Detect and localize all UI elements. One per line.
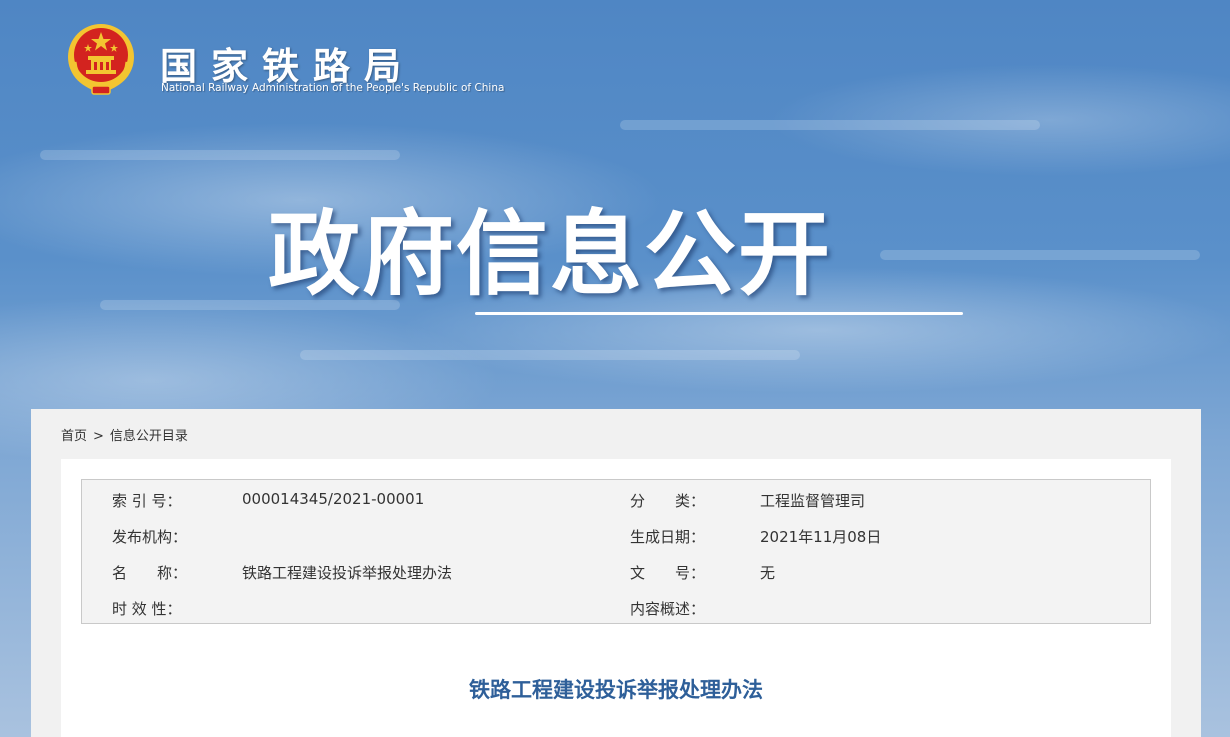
breadcrumb-separator: >: [93, 429, 104, 444]
index-no-label: 索 引 号：: [112, 492, 182, 510]
meta-row: 时 效 性： 内容概述：: [82, 598, 1150, 622]
hero-title: 政府信息公开: [268, 201, 833, 308]
article-container: 索 引 号： 000014345/2021-00001 分 类： 工程监督管理司…: [61, 459, 1171, 737]
breadcrumb-current-link[interactable]: 信息公开目录: [110, 429, 188, 444]
cloud-decoration: [620, 120, 1040, 130]
created-date-label: 生成日期：: [630, 528, 706, 546]
document-title: 铁路工程建设投诉举报处理办法: [469, 678, 763, 702]
meta-row: 发布机构： 生成日期： 2021年11月08日: [82, 526, 1150, 550]
summary-label: 内容概述：: [630, 600, 706, 618]
created-date-value: 2021年11月08日: [760, 528, 882, 546]
hero-divider: [475, 312, 963, 315]
breadcrumb: 首页 > 信息公开目录: [61, 425, 188, 444]
index-no-value: 000014345/2021-00001: [242, 490, 425, 508]
category-label: 分 类：: [630, 492, 706, 510]
validity-label: 时 效 性：: [112, 600, 182, 618]
content-panel: 首页 > 信息公开目录 索 引 号： 000014345/2021-00001 分 …: [31, 409, 1201, 737]
name-label: 名 称：: [112, 564, 188, 582]
cloud-decoration: [300, 350, 800, 360]
name-value: 铁路工程建设投诉举报处理办法: [242, 564, 453, 582]
category-value: 工程监督管理司: [760, 492, 866, 510]
meta-row: 名 称： 铁路工程建设投诉举报处理办法 文 号： 无: [82, 562, 1150, 586]
document-meta-box: 索 引 号： 000014345/2021-00001 分 类： 工程监督管理司…: [81, 479, 1151, 624]
cloud-decoration: [880, 250, 1200, 260]
publisher-label: 发布机构：: [112, 528, 188, 546]
org-name-cn: 国家铁路局: [160, 45, 415, 88]
meta-row: 索 引 号： 000014345/2021-00001 分 类： 工程监督管理司: [82, 490, 1150, 514]
doc-no-label: 文 号：: [630, 564, 706, 582]
cloud-decoration: [40, 150, 400, 160]
breadcrumb-home-link[interactable]: 首页: [61, 429, 87, 444]
doc-no-value: 无: [760, 564, 776, 582]
org-name-en: National Railway Administration of the P…: [161, 82, 505, 94]
national-emblem-icon: [68, 24, 134, 95]
